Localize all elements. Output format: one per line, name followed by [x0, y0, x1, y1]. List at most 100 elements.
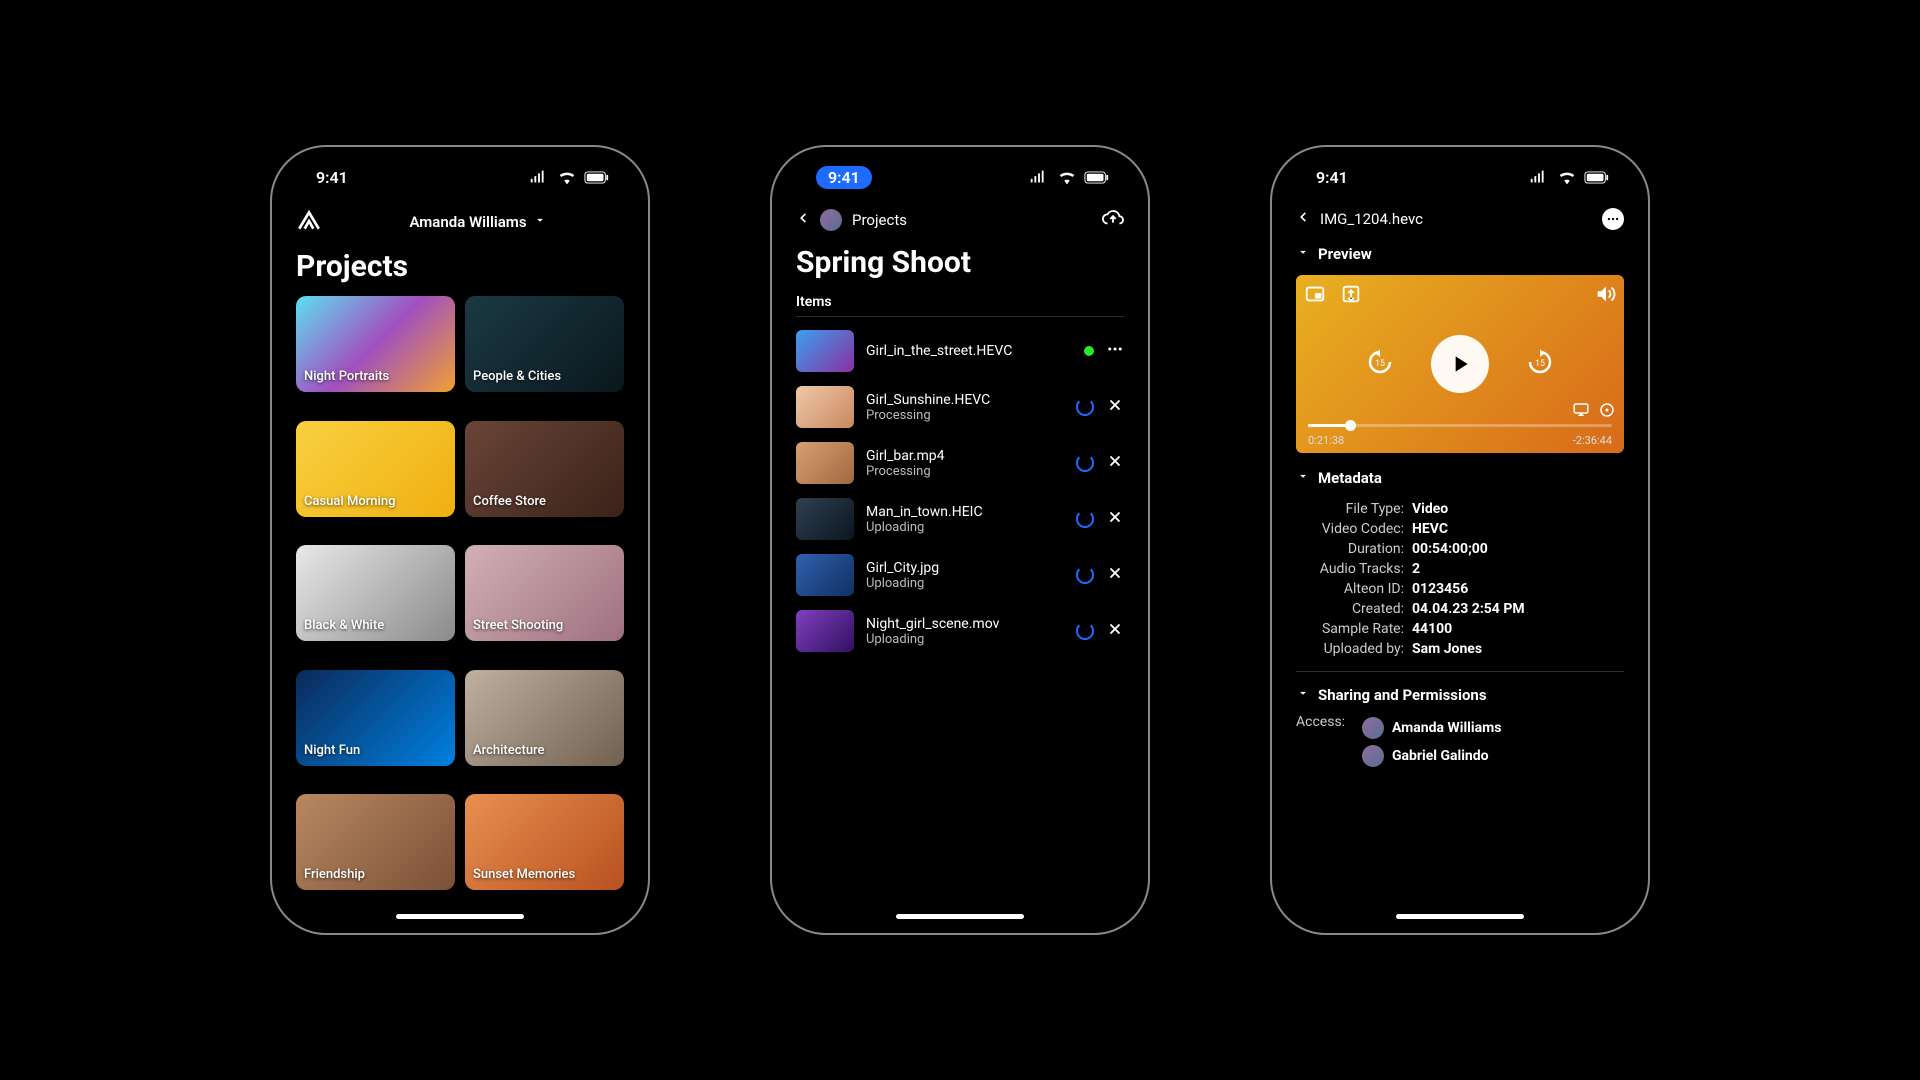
- project-card[interactable]: Friendship: [296, 794, 455, 890]
- close-icon[interactable]: [1106, 396, 1124, 418]
- divider: [796, 316, 1124, 317]
- screen-detail: 9:41 IMG_1204.hevc Preview 15 15: [1278, 153, 1642, 927]
- project-card[interactable]: Coffee Store: [465, 421, 624, 517]
- close-icon[interactable]: [1106, 452, 1124, 474]
- status-done-icon: [1084, 346, 1094, 356]
- signal-icon: [528, 166, 550, 188]
- project-card[interactable]: Architecture: [465, 670, 624, 766]
- settings-icon[interactable]: [1598, 401, 1616, 423]
- avatar-icon: [820, 209, 842, 231]
- section-label: Items: [778, 292, 1142, 316]
- status-icons: [1528, 166, 1610, 188]
- wifi-icon: [1556, 166, 1578, 188]
- list-item[interactable]: Girl_Sunshine.HEVCProcessing: [790, 379, 1130, 435]
- person-row[interactable]: Amanda Williams: [1362, 714, 1501, 742]
- play-button[interactable]: [1431, 335, 1489, 393]
- progress-bar[interactable]: [1308, 424, 1612, 427]
- wifi-icon: [1056, 166, 1078, 188]
- user-selector[interactable]: Amanda Williams: [332, 213, 624, 231]
- meta-row: Video Codec:HEVC: [1296, 519, 1624, 539]
- close-icon[interactable]: [1106, 508, 1124, 530]
- time-remaining: -2:36:44: [1573, 434, 1612, 447]
- meta-row: Uploaded by:Sam Jones: [1296, 639, 1624, 659]
- home-indicator[interactable]: [896, 914, 1024, 919]
- signal-icon: [1028, 166, 1050, 188]
- list-item[interactable]: Girl_in_the_street.HEVC: [790, 323, 1130, 379]
- project-card[interactable]: People & Cities: [465, 296, 624, 392]
- rewind-15-icon[interactable]: 15: [1365, 347, 1395, 381]
- preview-section-toggle[interactable]: Preview: [1278, 237, 1642, 271]
- meta-row: Audio Tracks:2: [1296, 559, 1624, 579]
- screen-projects: 9:41 Amanda Williams Projects Night Port…: [278, 153, 642, 927]
- status-bar: 9:41: [1278, 153, 1642, 201]
- time-elapsed: 0:21:38: [1308, 434, 1344, 447]
- expand-icon[interactable]: [1340, 283, 1362, 309]
- spinner-icon: [1076, 510, 1094, 528]
- close-icon[interactable]: [1106, 620, 1124, 642]
- page-title: Spring Shoot: [778, 239, 1142, 292]
- back-button[interactable]: [1296, 207, 1310, 231]
- more-icon[interactable]: [1106, 340, 1124, 362]
- metadata-list: File Type:Video Video Codec:HEVC Duratio…: [1278, 495, 1642, 663]
- list-item[interactable]: Man_in_town.HEICUploading: [790, 491, 1130, 547]
- user-name: Amanda Williams: [409, 213, 526, 231]
- person-row[interactable]: Gabriel Galindo: [1362, 742, 1501, 770]
- header: Projects: [778, 201, 1142, 239]
- pip-icon[interactable]: [1304, 283, 1326, 309]
- phone-frame-projects: 9:41 Amanda Williams Projects Night Port…: [270, 145, 650, 935]
- project-card[interactable]: Sunset Memories: [465, 794, 624, 890]
- avatar-icon: [1362, 717, 1384, 739]
- more-icon[interactable]: [1602, 208, 1624, 230]
- chevron-down-icon: [533, 213, 547, 231]
- svg-text:15: 15: [1535, 359, 1545, 369]
- project-card[interactable]: Casual Morning: [296, 421, 455, 517]
- projects-grid: Night Portraits People & Cities Casual M…: [278, 296, 642, 927]
- battery-icon: [584, 171, 610, 184]
- header: IMG_1204.hevc: [1278, 201, 1642, 237]
- meta-row: Duration:00:54:00;00: [1296, 539, 1624, 559]
- video-preview[interactable]: 15 15 0:21:38 -2:36:44: [1296, 275, 1624, 453]
- project-card[interactable]: Black & White: [296, 545, 455, 641]
- status-bar: 9:41: [778, 153, 1142, 201]
- list-item[interactable]: Girl_City.jpgUploading: [790, 547, 1130, 603]
- divider: [1296, 671, 1624, 672]
- status-icons: [1028, 166, 1110, 188]
- home-indicator[interactable]: [1396, 914, 1524, 919]
- spinner-icon: [1076, 398, 1094, 416]
- airplay-icon[interactable]: [1572, 401, 1590, 423]
- forward-15-icon[interactable]: 15: [1525, 347, 1555, 381]
- status-time: 9:41: [316, 168, 348, 187]
- sharing-section-toggle[interactable]: Sharing and Permissions: [1278, 678, 1642, 712]
- status-icons: [528, 166, 610, 188]
- list-item[interactable]: Night_girl_scene.movUploading: [790, 603, 1130, 659]
- meta-row: File Type:Video: [1296, 499, 1624, 519]
- chevron-down-icon: [1296, 245, 1310, 263]
- access-row: Access: Amanda Williams Gabriel Galindo: [1278, 712, 1642, 772]
- volume-icon[interactable]: [1594, 283, 1616, 309]
- svg-text:15: 15: [1375, 359, 1385, 369]
- avatar-icon: [1362, 745, 1384, 767]
- project-card[interactable]: Night Fun: [296, 670, 455, 766]
- chevron-down-icon: [1296, 686, 1310, 704]
- items-list: Girl_in_the_street.HEVC Girl_Sunshine.HE…: [778, 323, 1142, 927]
- list-item[interactable]: Girl_bar.mp4Processing: [790, 435, 1130, 491]
- status-bar: 9:41: [278, 153, 642, 201]
- project-card[interactable]: Night Portraits: [296, 296, 455, 392]
- back-button[interactable]: [796, 208, 810, 232]
- metadata-section-toggle[interactable]: Metadata: [1278, 461, 1642, 495]
- meta-row: Created:04.04.23 2:54 PM: [1296, 599, 1624, 619]
- project-card[interactable]: Street Shooting: [465, 545, 624, 641]
- home-indicator[interactable]: [396, 914, 524, 919]
- spinner-icon: [1076, 622, 1094, 640]
- status-time-pill: 9:41: [816, 166, 872, 189]
- cloud-upload-icon[interactable]: [1102, 207, 1124, 233]
- breadcrumb-text[interactable]: Projects: [852, 211, 907, 229]
- file-title: IMG_1204.hevc: [1320, 210, 1423, 228]
- signal-icon: [1528, 166, 1550, 188]
- meta-row: Alteon ID:0123456: [1296, 579, 1624, 599]
- phone-frame-items: 9:41 Projects Spring Shoot Items Girl_in…: [770, 145, 1150, 935]
- page-title: Projects: [278, 243, 642, 296]
- close-icon[interactable]: [1106, 564, 1124, 586]
- phone-frame-detail: 9:41 IMG_1204.hevc Preview 15 15: [1270, 145, 1650, 935]
- status-time: 9:41: [1316, 168, 1348, 187]
